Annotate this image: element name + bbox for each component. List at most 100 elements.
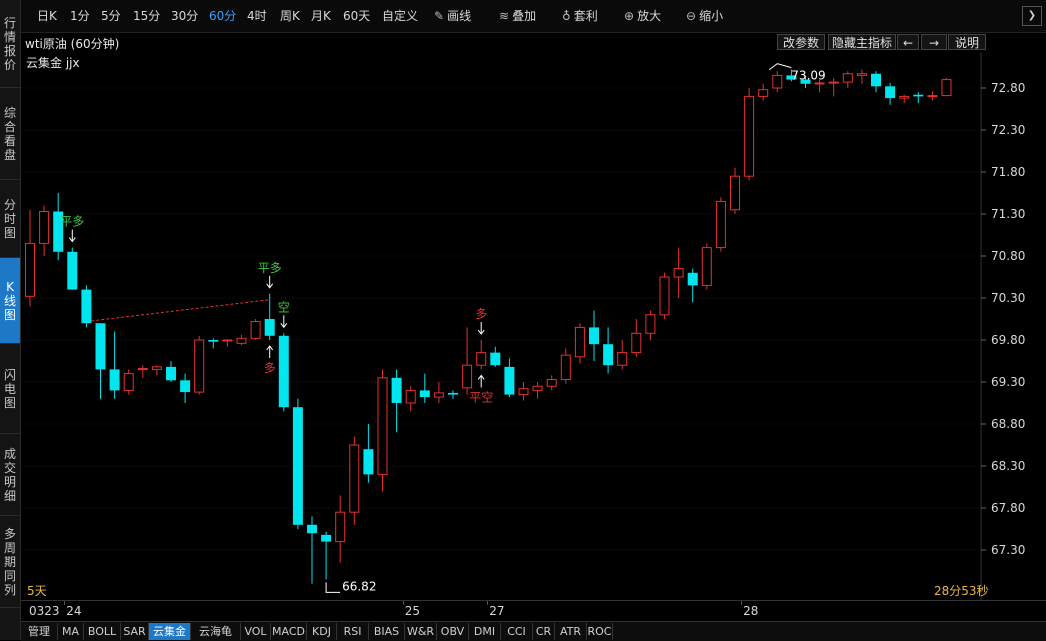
period-5min[interactable]: 5分 <box>101 8 121 24</box>
indicator-tab-rsi[interactable]: RSI <box>337 623 369 640</box>
change-params-button[interactable]: 改参数 <box>777 34 825 50</box>
candle-body <box>913 94 924 97</box>
candle <box>715 197 726 252</box>
period-day[interactable]: 日K <box>37 8 57 24</box>
candle-body <box>67 251 78 290</box>
candle <box>39 205 50 256</box>
candle-body <box>603 344 614 366</box>
indicator-tab-ma[interactable]: MA <box>58 623 84 640</box>
indicator-tab-[interactable]: 管理 <box>21 623 58 640</box>
indicator-tab-kdj[interactable]: KDJ <box>307 623 337 640</box>
sidebar-tab-timeshare[interactable]: 分时图 <box>0 180 20 258</box>
candle <box>109 331 120 399</box>
candle-body <box>518 388 529 396</box>
indicator-tab-obv[interactable]: OBV <box>437 623 469 640</box>
indicator-tab-vol[interactable]: VOL <box>241 623 271 640</box>
indicator-tab-cci[interactable]: CCI <box>501 623 533 640</box>
sidebar-tab-flash[interactable]: 闪电图 <box>0 344 20 434</box>
money-bag-icon: ♁ <box>562 9 571 23</box>
sidebar-tab-overview[interactable]: 综合看盘 <box>0 88 20 180</box>
candle <box>885 82 896 105</box>
sidebar-tab-kline[interactable]: K线图 <box>0 258 20 344</box>
period-15min[interactable]: 15分 <box>133 8 160 24</box>
indicator-tab-roc[interactable]: ROC <box>587 623 613 640</box>
period-60day[interactable]: 60天 <box>343 8 370 24</box>
chart-info-row: wti原油 (60分钟) 改参数 隐藏主指标 ← → 说明 <box>21 33 1046 51</box>
candle-body <box>715 200 726 249</box>
candle <box>405 386 416 412</box>
candle-body <box>292 407 303 525</box>
zoom-in-icon: ⊕ <box>624 9 635 23</box>
period-week[interactable]: 周K <box>280 8 300 24</box>
toolbar-scroll-right-button[interactable]: ❯ <box>1022 6 1042 26</box>
candle <box>927 91 938 101</box>
y-tick-label: 72.30 <box>991 123 1025 137</box>
draw-line-button[interactable]: ✎ 画线 <box>434 8 471 24</box>
low-marker-line <box>325 582 341 593</box>
candle <box>95 323 106 399</box>
arbitrage-button[interactable]: ♁ 套利 <box>562 8 598 24</box>
sidebar-tab-quotes[interactable]: 行情报价 <box>0 0 20 88</box>
candle <box>81 285 92 328</box>
candle <box>476 340 487 370</box>
y-tick-label: 72.80 <box>991 81 1025 95</box>
indicator-tab-bar: 管理 MA BOLL SAR 云集金 云海龟 VOL MACD KDJ RSI BIAS W&R OBV… <box>21 621 1046 641</box>
indicator-tab-dmi[interactable]: DMI <box>469 623 501 640</box>
date-label: 27 <box>489 604 505 618</box>
period-custom[interactable]: 自定义 <box>382 8 418 24</box>
zoom-in-button[interactable]: ⊕ 放大 <box>624 8 661 24</box>
period-4h[interactable]: 4时 <box>247 8 267 24</box>
candle-body <box>546 378 557 387</box>
y-tick-label: 71.80 <box>991 165 1025 179</box>
candle-body <box>194 339 205 393</box>
indicator-tab-sar[interactable]: SAR <box>121 623 149 640</box>
period-1min[interactable]: 1分 <box>70 8 90 24</box>
candle-body <box>758 89 769 97</box>
help-button[interactable]: 说明 <box>948 34 986 50</box>
indicator-tab-[interactable]: 云集金 <box>149 623 191 640</box>
candle-body <box>166 366 176 381</box>
candle-body <box>180 380 191 393</box>
hide-main-indicator-button[interactable]: 隐藏主指标 <box>828 34 896 50</box>
high-price-label: 73.09 <box>791 69 825 83</box>
period-60min[interactable]: 60分 <box>209 8 236 24</box>
y-tick-label: 67.80 <box>991 501 1025 515</box>
candle-body <box>871 73 881 87</box>
indicator-tab-bias[interactable]: BIAS <box>369 623 405 640</box>
candle <box>772 71 783 93</box>
candle <box>842 71 853 88</box>
period-30min[interactable]: 30分 <box>171 8 198 24</box>
candle-body <box>95 323 106 370</box>
indicator-tab-[interactable]: 云海龟 <box>191 623 241 640</box>
candle <box>673 247 684 298</box>
candle-body <box>405 389 416 404</box>
trend-line <box>86 299 270 323</box>
candle-body <box>532 385 543 391</box>
period-month[interactable]: 月K <box>311 8 331 24</box>
sidebar-tab-multiperiod[interactable]: 多周期同列 <box>0 516 20 608</box>
candle <box>490 346 501 367</box>
candle <box>391 369 402 433</box>
candle-body <box>560 354 571 380</box>
candle-body <box>589 327 599 345</box>
indicator-tab-boll[interactable]: BOLL <box>84 623 121 640</box>
indicator-tab-wr[interactable]: W&R <box>405 623 437 640</box>
date-tick-mark <box>487 601 489 605</box>
kline-chart[interactable]: 72.80 72.30 71.80 71.30 70.80 70.30 69.80 69.30… <box>21 52 1046 600</box>
indicator-tab-cr[interactable]: CR <box>533 623 555 640</box>
candle-body <box>433 392 444 398</box>
prev-button[interactable]: ← <box>897 34 919 50</box>
candle-body <box>81 289 92 324</box>
sidebar-tab-trades[interactable]: 成交明细 <box>0 434 20 516</box>
candle-body <box>137 368 148 371</box>
candle <box>899 94 910 104</box>
next-button[interactable]: → <box>921 34 947 50</box>
overlay-button[interactable]: ≋ 叠加 <box>499 8 536 24</box>
indicator-tab-macd[interactable]: MACD <box>271 623 307 640</box>
candle-body <box>335 511 346 543</box>
zoom-out-button[interactable]: ⊖ 缩小 <box>686 8 723 24</box>
indicator-tab-atr[interactable]: ATR <box>555 623 587 640</box>
candle <box>701 243 712 290</box>
candle-body <box>744 95 755 177</box>
candle <box>659 272 670 319</box>
